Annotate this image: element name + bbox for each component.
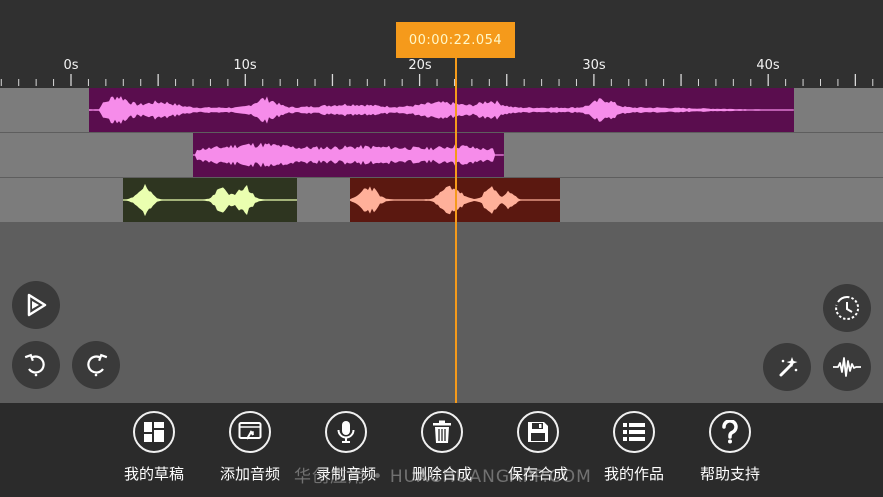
waveform-graphic	[193, 142, 504, 168]
waveform-icon	[833, 357, 861, 377]
tool-help-support[interactable]: 帮助支持	[685, 411, 775, 491]
watermark-text: 华创应用 • HUACHUANGAPP.COM	[294, 467, 592, 487]
help-circle	[709, 411, 751, 453]
timer-button[interactable]	[823, 284, 871, 332]
microphone-icon	[337, 421, 355, 443]
waveform-graphic	[123, 183, 297, 217]
magic-wand-icon	[779, 357, 798, 377]
tool-label: 我的草稿	[123, 465, 184, 483]
ruler-label-10: 10s	[233, 58, 257, 73]
audio-clip-2[interactable]	[193, 133, 504, 177]
ruler-label-40: 40s	[756, 58, 780, 73]
ruler-label-0: 0s	[63, 58, 79, 73]
audio-clip-3[interactable]	[123, 178, 297, 222]
add-audio-circle	[229, 411, 271, 453]
drafts-icon	[144, 422, 164, 442]
works-circle	[613, 411, 655, 453]
drafts-circle	[133, 411, 175, 453]
track-1	[0, 88, 883, 132]
record-circle	[325, 411, 367, 453]
undo-icon	[24, 353, 45, 377]
ruler-label-30: 30s	[582, 58, 606, 73]
help-icon	[722, 420, 738, 444]
play-button[interactable]	[12, 281, 60, 329]
list-icon	[623, 423, 645, 441]
waveform-button[interactable]	[823, 343, 871, 391]
add-audio-icon	[238, 422, 262, 440]
audio-clip-1[interactable]	[89, 88, 794, 132]
tool-label: 我的作品	[603, 465, 664, 483]
tool-add-audio[interactable]: 添加音频	[205, 411, 295, 491]
save-icon	[528, 422, 548, 442]
trash-icon	[433, 420, 451, 443]
timer-icon	[835, 295, 860, 320]
playhead-timecode[interactable]: 00:00:22.054	[396, 22, 515, 58]
tool-my-drafts[interactable]: 我的草稿	[109, 411, 199, 491]
redo-icon	[87, 353, 108, 377]
tool-label: 帮助支持	[699, 465, 760, 483]
track-3	[0, 178, 883, 222]
delete-circle	[421, 411, 463, 453]
save-circle	[517, 411, 559, 453]
play-icon	[27, 293, 47, 317]
magic-button[interactable]	[763, 343, 811, 391]
tool-label: 添加音频	[219, 465, 280, 483]
tracks-area	[0, 88, 883, 224]
redo-button[interactable]	[72, 341, 120, 389]
tool-my-works[interactable]: 我的作品	[589, 411, 679, 491]
waveform-graphic	[89, 96, 794, 124]
ruler-label-20: 20s	[408, 58, 432, 73]
track-2	[0, 133, 883, 177]
playhead-line[interactable]	[455, 58, 457, 403]
undo-button[interactable]	[12, 341, 60, 389]
